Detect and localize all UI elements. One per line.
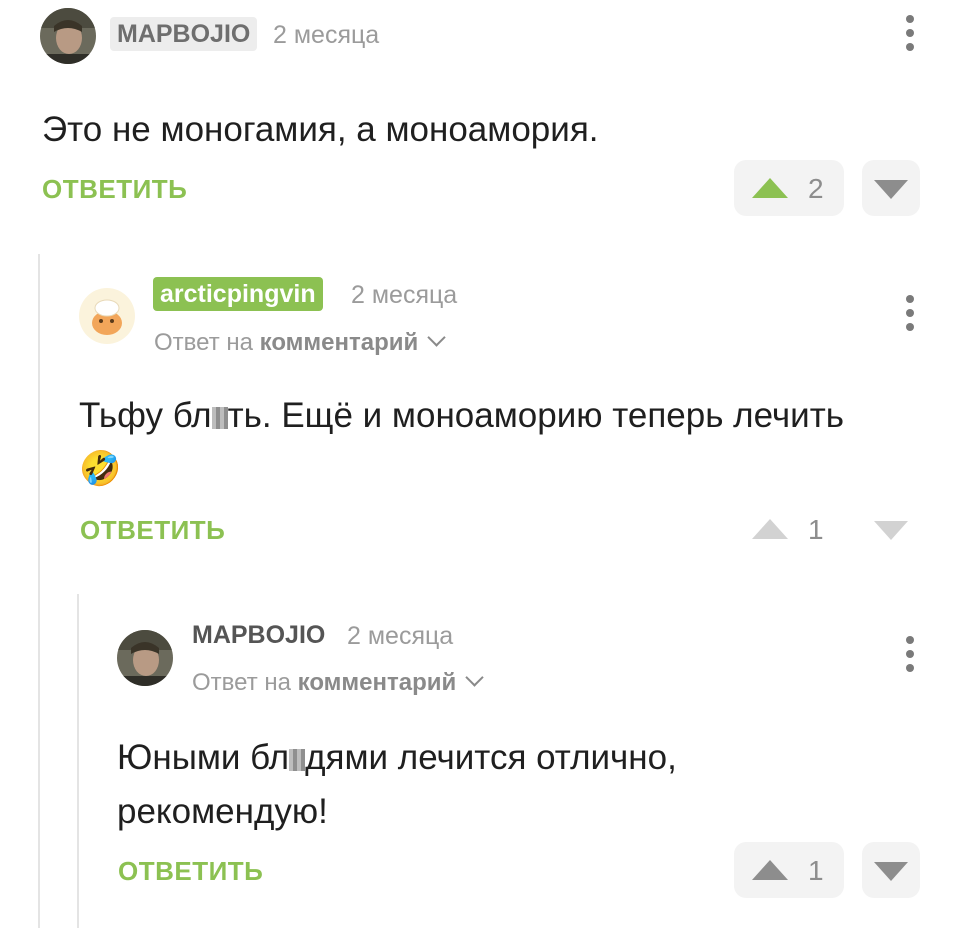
reply-to-link[interactable]: Ответ на комментарий bbox=[192, 667, 484, 699]
chevron-down-icon bbox=[465, 668, 484, 687]
censor-mark bbox=[289, 749, 306, 771]
vote-count: 1 bbox=[808, 855, 824, 886]
rofl-emoji-icon: 🤣 bbox=[79, 449, 122, 489]
comment-text-fragment: Тьфу бл bbox=[79, 396, 212, 435]
reply-to-comment[interactable]: комментарий bbox=[260, 329, 419, 356]
comment-text: Тьфу бл ть. Ещё и моноаморию теперь лечит… bbox=[79, 392, 844, 440]
upvote-button[interactable]: 2 bbox=[734, 160, 844, 216]
reply-button[interactable]: ОТВЕТИТЬ bbox=[80, 513, 225, 547]
comment-text-fragment: ть. Ещё и моноаморию теперь лечить bbox=[227, 396, 844, 435]
downvote-icon bbox=[874, 180, 908, 199]
comment-time: 2 месяца bbox=[351, 281, 458, 309]
avatar[interactable] bbox=[40, 8, 96, 64]
reply-to-link[interactable]: Ответ на комментарий bbox=[154, 327, 446, 359]
reply-button[interactable]: ОТВЕТИТЬ bbox=[42, 172, 187, 206]
vote-count: 2 bbox=[808, 173, 824, 204]
comment-text-fragment: Юными бл bbox=[117, 738, 290, 777]
reply-to-prefix: Ответ на bbox=[192, 669, 291, 696]
upvote-button[interactable]: 1 bbox=[734, 842, 844, 898]
comment-text: Юными бл дями лечится отлично, рекомендую… bbox=[117, 734, 877, 836]
more-vertical-icon[interactable] bbox=[895, 14, 925, 54]
username[interactable]: MAPBOJIO bbox=[110, 17, 258, 51]
censor-mark bbox=[211, 407, 228, 429]
chevron-down-icon bbox=[427, 328, 446, 347]
upvote-button[interactable]: 1 bbox=[734, 501, 844, 557]
upvote-icon bbox=[752, 519, 788, 539]
avatar[interactable] bbox=[79, 288, 135, 344]
downvote-icon bbox=[874, 862, 908, 881]
comment-text: Это не моногамия, а моноамория. bbox=[42, 106, 599, 154]
username[interactable]: arcticpingvin bbox=[153, 277, 323, 311]
downvote-button[interactable] bbox=[862, 160, 920, 216]
comment-time: 2 месяца bbox=[273, 21, 380, 49]
avatar[interactable] bbox=[117, 630, 173, 686]
more-vertical-icon[interactable] bbox=[895, 294, 925, 334]
vote-count: 1 bbox=[808, 514, 824, 545]
reply-button[interactable]: ОТВЕТИТЬ bbox=[118, 854, 263, 888]
username[interactable]: MAPBOJIO bbox=[192, 618, 325, 652]
comment-text-fragment: дями лечится отлично, bbox=[305, 738, 677, 777]
downvote-button[interactable] bbox=[862, 501, 920, 557]
thread-line-level-2 bbox=[77, 594, 79, 928]
reply-to-prefix: Ответ на bbox=[154, 329, 253, 356]
more-vertical-icon[interactable] bbox=[895, 635, 925, 675]
comment-text-line: рекомендую! bbox=[117, 792, 328, 831]
comment-text-line: Юными бл дями лечится отлично, bbox=[117, 734, 877, 782]
upvote-icon bbox=[752, 178, 788, 198]
downvote-button[interactable] bbox=[862, 842, 920, 898]
thread-line-level-1 bbox=[38, 254, 40, 928]
upvote-icon bbox=[752, 860, 788, 880]
comment-time: 2 месяца bbox=[347, 622, 454, 650]
comment-text-line: Это не моногамия, а моноамория. bbox=[42, 110, 599, 149]
downvote-icon bbox=[874, 521, 908, 540]
reply-to-comment[interactable]: комментарий bbox=[298, 669, 457, 696]
